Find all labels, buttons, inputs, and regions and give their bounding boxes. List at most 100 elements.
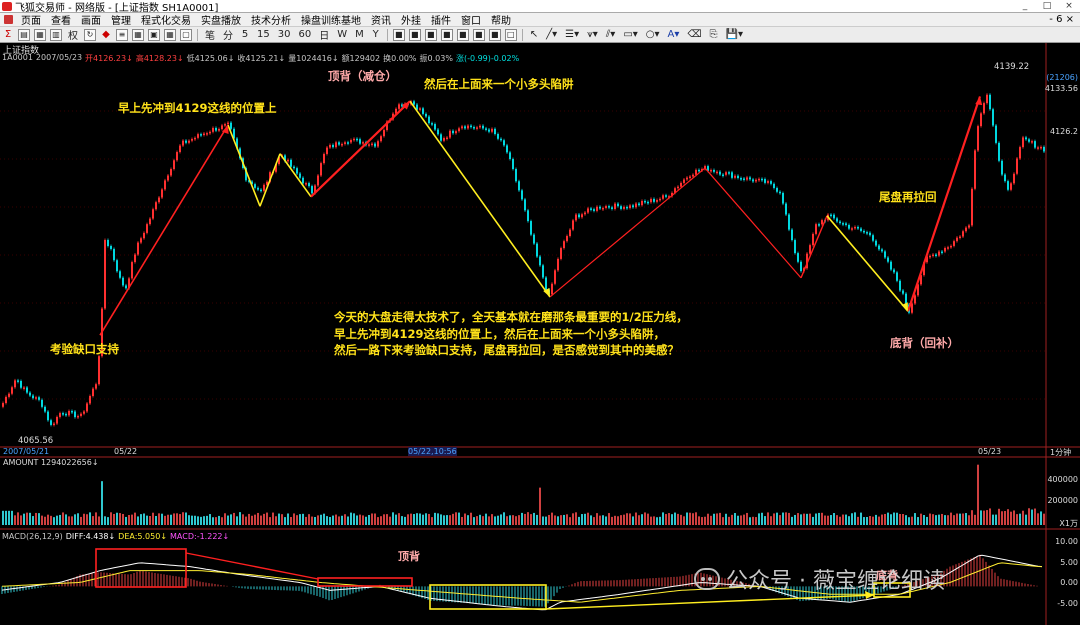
volume-bar (518, 515, 520, 525)
trend-down-line (409, 100, 551, 298)
rect-tool-icon[interactable]: ▭▾ (621, 29, 639, 41)
mdi-controls[interactable]: - 6 × (1043, 14, 1080, 25)
cursor-icon[interactable]: ↖ (528, 29, 540, 41)
color-green-icon[interactable]: ■ (424, 28, 437, 41)
period-30min[interactable]: 30 (276, 29, 293, 41)
period-15min[interactable]: 15 (255, 29, 272, 41)
layout-icon[interactable]: ▤ (18, 28, 30, 41)
grid-icon[interactable]: ▦ (34, 28, 46, 41)
menu-training[interactable]: 操盘训练基地 (296, 12, 366, 27)
color-orange-icon[interactable]: ■ (472, 28, 485, 41)
volume-bar (707, 513, 709, 525)
volume-bar (809, 513, 811, 525)
hline-tool-icon[interactable]: ☰▾ (563, 29, 581, 41)
volume-bar (80, 516, 82, 525)
macd-highlight-box (317, 577, 413, 587)
volume-bar (581, 514, 583, 525)
menu-page[interactable]: 页面 (16, 12, 46, 27)
table-icon[interactable]: ▦ (132, 28, 144, 41)
volume-bar (362, 515, 364, 525)
color-red-icon[interactable]: ■ (392, 28, 405, 41)
sigma-button[interactable]: Σ (2, 29, 14, 41)
menu-plugins[interactable]: 插件 (426, 12, 456, 27)
color-blue-icon[interactable]: ■ (408, 28, 421, 41)
period-day[interactable]: 日 (317, 29, 331, 42)
save-icon[interactable]: ▣ (148, 28, 160, 41)
menu-program-trading[interactable]: 程式化交易 (136, 12, 196, 27)
text-tool-icon[interactable]: A▾ (666, 29, 682, 41)
adjust-weight-button[interactable]: 权 (66, 29, 80, 42)
window-icon[interactable]: ▢ (180, 28, 192, 41)
quote-amplitude: 振0.03% (419, 54, 453, 63)
volume-bar (263, 513, 265, 525)
menu-screen[interactable]: 画面 (76, 12, 106, 27)
period-1min[interactable]: 分 (221, 29, 235, 42)
volume-bar (323, 513, 325, 525)
color-pink-icon[interactable]: ■ (440, 28, 453, 41)
menu-help[interactable]: 帮助 (486, 12, 516, 27)
volume-bar (848, 516, 850, 525)
chart-area[interactable]: 上证指数 1A0001 2007/05/23 开4126.23↓ 高4128.2… (0, 43, 1080, 625)
chart-icon[interactable]: ▥ (50, 28, 62, 41)
volume-bar (278, 513, 280, 525)
fan-tool-icon[interactable]: ⫽▾ (604, 29, 617, 41)
minimize-button[interactable]: _ (1014, 1, 1036, 11)
volume-bar (242, 514, 244, 525)
color-gold-icon[interactable]: ■ (488, 28, 501, 41)
volume-bar (257, 512, 259, 525)
macd-axis-0: 0.00 (1060, 578, 1078, 587)
refresh-icon[interactable]: ↻ (84, 28, 96, 41)
color-yellow-icon[interactable]: ■ (456, 28, 469, 41)
period-indicator[interactable]: 1分钟 (1050, 447, 1071, 458)
circle-tool-icon[interactable]: ○▾ (644, 29, 662, 41)
period-year[interactable]: Y (370, 29, 382, 41)
menu-view[interactable]: 查看 (46, 12, 76, 27)
period-month[interactable]: M (353, 29, 366, 41)
save-disk-icon[interactable]: 💾▾ (724, 29, 745, 41)
menu-external[interactable]: 外挂 (396, 12, 426, 27)
menu-manage[interactable]: 管理 (106, 12, 136, 27)
volume-bar (50, 515, 52, 525)
volume-bar (713, 513, 715, 525)
volume-bar (314, 516, 316, 525)
volume-bar (275, 516, 277, 525)
eraser-icon[interactable]: ⌫ (685, 29, 703, 41)
time-axis-cursor: 05/22,10:56 (408, 447, 457, 456)
volume-bar (608, 513, 610, 525)
volume-bar (464, 513, 466, 525)
low-price-label: 4065.56 (18, 436, 54, 446)
volume-bar (905, 515, 907, 525)
volume-bar (1010, 511, 1012, 525)
line-tool-icon[interactable]: ╱▾ (544, 29, 559, 41)
volume-bar (179, 514, 181, 525)
list-icon[interactable]: ≡ (116, 28, 128, 41)
channel-tool-icon[interactable]: ⩛▾ (585, 29, 600, 41)
menu-replay[interactable]: 实盘播放 (196, 12, 246, 27)
volume-bar (722, 517, 724, 525)
volume-bar (194, 515, 196, 525)
menu-technical-analysis[interactable]: 技术分析 (246, 12, 296, 27)
period-week[interactable]: W (335, 29, 349, 41)
volume-bar (413, 514, 415, 525)
volume-bar (23, 513, 25, 525)
volume-bar (941, 513, 943, 525)
quote-turnover: 换0.00% (383, 54, 417, 63)
volume-bar (512, 515, 514, 525)
volume-bar (503, 512, 505, 525)
color-white-icon[interactable]: □ (504, 28, 517, 41)
maximize-button[interactable]: □ (1036, 1, 1058, 11)
grid-alt-icon[interactable]: ▦ (164, 28, 176, 41)
macd-top-divergence-label: 顶背 (398, 550, 420, 563)
period-60min[interactable]: 60 (296, 29, 313, 41)
volume-bar (449, 515, 451, 525)
menu-news[interactable]: 资讯 (366, 12, 396, 27)
close-button[interactable]: × (1058, 1, 1080, 11)
volume-bar (92, 516, 94, 525)
period-5min[interactable]: 5 (239, 29, 251, 41)
volume-bar (407, 514, 409, 525)
menu-window[interactable]: 窗口 (456, 12, 486, 27)
copy-icon[interactable]: ⎘ (708, 29, 720, 41)
volume-bar (473, 517, 475, 525)
volume-bar (767, 512, 769, 525)
bookmark-icon[interactable]: ◆ (100, 29, 112, 41)
